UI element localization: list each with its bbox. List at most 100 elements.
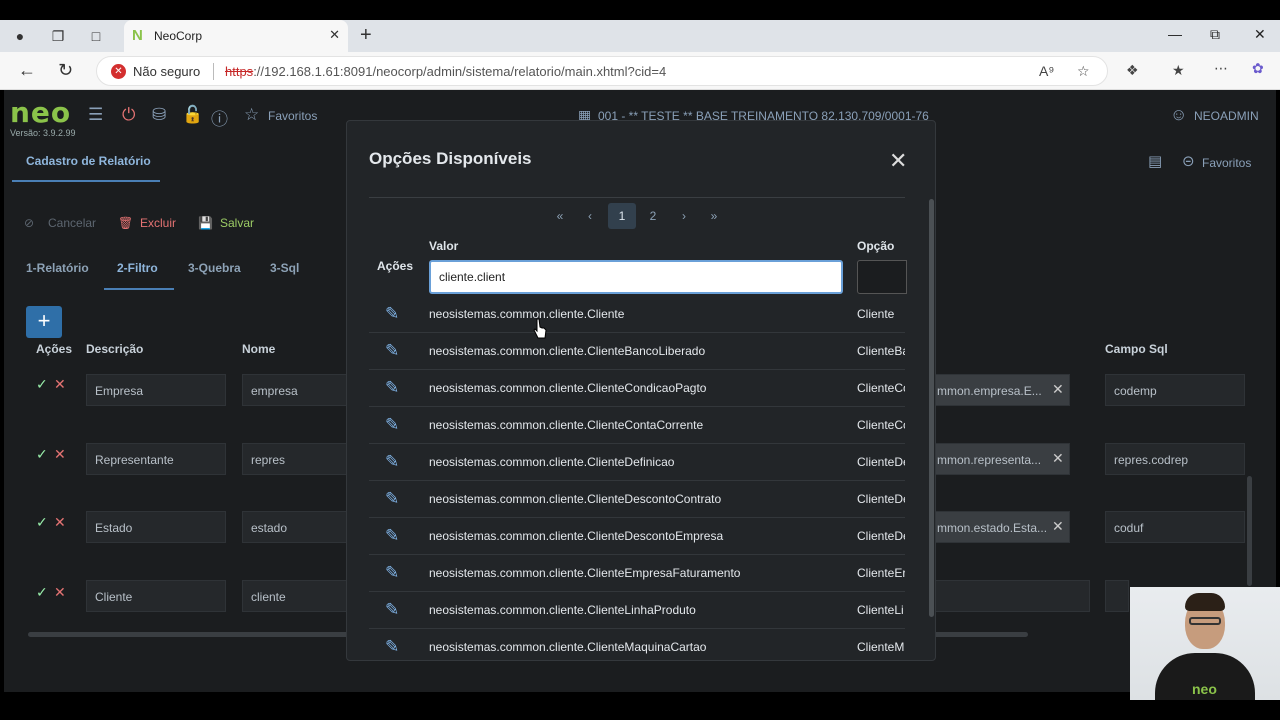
option-row[interactable]: ✎ neosistemas.common.cliente.ClienteCond… xyxy=(369,370,905,407)
first-page-icon[interactable]: « xyxy=(549,203,571,229)
save-button[interactable]: Salvar xyxy=(220,216,254,230)
edit-pencil-icon[interactable]: ✎ xyxy=(385,341,399,361)
nome-field[interactable]: empresa xyxy=(242,374,350,406)
neo-logo[interactable]: neo xyxy=(10,96,71,129)
url-bar[interactable]: ✕ Não seguro https://192.168.1.61:8091/n… xyxy=(96,56,1108,86)
option-row[interactable]: ✎ neosistemas.common.cliente.ClienteCont… xyxy=(369,407,905,444)
tab-cadastro-relatorio[interactable]: Cadastro de Relatório xyxy=(12,140,160,182)
confirm-icon[interactable]: ✓ xyxy=(36,584,48,601)
last-page-icon[interactable]: » xyxy=(703,203,725,229)
descricao-field[interactable]: Empresa xyxy=(86,374,226,406)
option-row[interactable]: ✎ neosistemas.common.cliente.Cliente Cli… xyxy=(369,296,905,333)
campo-sql-field[interactable]: coduf xyxy=(1105,511,1245,543)
back-icon[interactable]: ← xyxy=(18,60,36,81)
classe-chip[interactable]: mmon.empresa.E... xyxy=(928,374,1070,406)
page-1-button[interactable]: 1 xyxy=(608,203,636,229)
classe-field[interactable] xyxy=(928,580,1090,612)
favoritos-link[interactable]: Favoritos xyxy=(268,109,317,123)
cancel-button[interactable]: Cancelar xyxy=(48,216,96,230)
clear-classe-icon[interactable]: ✕ xyxy=(1052,381,1064,398)
option-row[interactable]: ✎ neosistemas.common.cliente.ClienteBanc… xyxy=(369,333,905,370)
campo-sql-field[interactable]: repres.codrep xyxy=(1105,443,1245,475)
edit-pencil-icon[interactable]: ✎ xyxy=(385,489,399,509)
more-menu-icon[interactable]: ⋯ xyxy=(1214,60,1228,77)
favorites-star-icon[interactable]: ☆ xyxy=(244,105,259,125)
not-secure-icon[interactable]: ✕ xyxy=(111,64,126,79)
edit-pencil-icon[interactable]: ✎ xyxy=(385,452,399,472)
user-name[interactable]: NEOADMIN xyxy=(1194,109,1259,123)
th-valor[interactable]: Valor xyxy=(429,239,458,253)
tab-sql[interactable]: 3-Sql xyxy=(270,261,299,275)
option-row[interactable]: ✎ neosistemas.common.cliente.ClienteDefi… xyxy=(369,444,905,481)
clear-classe-icon[interactable]: ✕ xyxy=(1052,518,1064,535)
remove-icon[interactable]: ✕ xyxy=(54,514,66,531)
security-label[interactable]: Não seguro xyxy=(133,64,200,79)
remove-icon[interactable]: ✕ xyxy=(54,446,66,463)
edit-pencil-icon[interactable]: ✎ xyxy=(385,378,399,398)
edit-pencil-icon[interactable]: ✎ xyxy=(385,304,399,324)
reload-icon[interactable]: ↻ xyxy=(58,60,73,81)
clear-classe-icon[interactable]: ✕ xyxy=(1052,450,1064,467)
nome-field[interactable]: cliente xyxy=(242,580,350,612)
page-2-button[interactable]: 2 xyxy=(639,203,667,229)
add-filter-button[interactable]: + xyxy=(26,306,62,338)
document-icon[interactable]: ▤ xyxy=(1148,152,1162,170)
profile-icon[interactable]: ● xyxy=(10,26,30,46)
option-row[interactable]: ✎ neosistemas.common.cliente.ClienteDesc… xyxy=(369,481,905,518)
favorite-star-icon[interactable]: ☆ xyxy=(1077,63,1090,80)
confirm-icon[interactable]: ✓ xyxy=(36,514,48,531)
option-row[interactable]: ✎ neosistemas.common.cliente.ClienteLinh… xyxy=(369,592,905,629)
close-modal-icon[interactable]: ✕ xyxy=(889,148,907,174)
vertical-scrollbar[interactable] xyxy=(1247,476,1252,586)
nome-field[interactable]: estado xyxy=(242,511,350,543)
option-row[interactable]: ✎ neosistemas.common.cliente.ClienteMaqu… xyxy=(369,629,905,666)
copilot-icon[interactable]: ✿ xyxy=(1252,60,1264,77)
descricao-field[interactable]: Representante xyxy=(86,443,226,475)
browser-tab-active[interactable]: N NeoCorp ✕ xyxy=(124,20,348,52)
campo-sql-field[interactable]: codemp xyxy=(1105,374,1245,406)
tab-filtro[interactable]: 2-Filtro xyxy=(117,261,158,275)
close-tab-icon[interactable]: ✕ xyxy=(329,27,340,43)
favorites-bar-icon[interactable]: ★ xyxy=(1172,62,1185,79)
lock-icon[interactable]: 🔓 xyxy=(182,105,203,125)
confirm-icon[interactable]: ✓ xyxy=(36,446,48,463)
user-icon[interactable]: ☺ xyxy=(1170,105,1187,125)
remove-icon[interactable]: ✕ xyxy=(54,584,66,601)
edit-pencil-icon[interactable]: ✎ xyxy=(385,637,399,657)
close-window-icon[interactable]: ✕ xyxy=(1254,26,1266,43)
classe-chip[interactable]: mmon.representa... xyxy=(928,443,1070,475)
next-page-icon[interactable]: › xyxy=(673,203,695,229)
extensions-icon[interactable]: ❖ xyxy=(1126,62,1139,79)
restore-icon[interactable]: ⧉ xyxy=(1210,26,1220,43)
confirm-icon[interactable]: ✓ xyxy=(36,376,48,393)
edit-pencil-icon[interactable]: ✎ xyxy=(385,526,399,546)
tab-relatorio[interactable]: 1-Relatório xyxy=(26,261,89,275)
descricao-field[interactable]: Estado xyxy=(86,511,226,543)
campo-sql-field[interactable] xyxy=(1105,580,1129,612)
descricao-field[interactable]: Cliente xyxy=(86,580,226,612)
read-aloud-icon[interactable]: A⁹ xyxy=(1039,63,1054,79)
tab-actions-icon[interactable]: □ xyxy=(86,26,106,46)
delete-button[interactable]: Excluir xyxy=(140,216,176,230)
edit-pencil-icon[interactable]: ✎ xyxy=(385,415,399,435)
opcao-filter-input[interactable] xyxy=(857,260,907,294)
new-tab-icon[interactable]: + xyxy=(360,24,372,47)
modal-scrollbar[interactable] xyxy=(929,199,934,617)
valor-filter-input[interactable]: cliente.client xyxy=(429,260,843,294)
remove-favorite-icon[interactable]: ⊝ xyxy=(1182,152,1195,170)
database-icon[interactable]: ⛁ xyxy=(152,105,166,125)
th-opcao[interactable]: Opção xyxy=(857,239,894,253)
info-icon[interactable]: ⓘ xyxy=(211,105,228,130)
tab-quebra[interactable]: 3-Quebra xyxy=(188,261,241,275)
remove-icon[interactable]: ✕ xyxy=(54,376,66,393)
option-row[interactable]: ✎ neosistemas.common.cliente.ClienteDesc… xyxy=(369,518,905,555)
minimize-icon[interactable]: — xyxy=(1168,26,1182,42)
favoritos-right-link[interactable]: Favoritos xyxy=(1202,156,1251,170)
edit-pencil-icon[interactable]: ✎ xyxy=(385,600,399,620)
hamburger-menu-icon[interactable]: ☰ xyxy=(88,105,103,125)
classe-chip[interactable]: mmon.estado.Esta... xyxy=(928,511,1070,543)
url-text[interactable]: https://192.168.1.61:8091/neocorp/admin/… xyxy=(225,64,666,79)
prev-page-icon[interactable]: ‹ xyxy=(579,203,601,229)
edit-pencil-icon[interactable]: ✎ xyxy=(385,563,399,583)
nome-field[interactable]: repres xyxy=(242,443,350,475)
